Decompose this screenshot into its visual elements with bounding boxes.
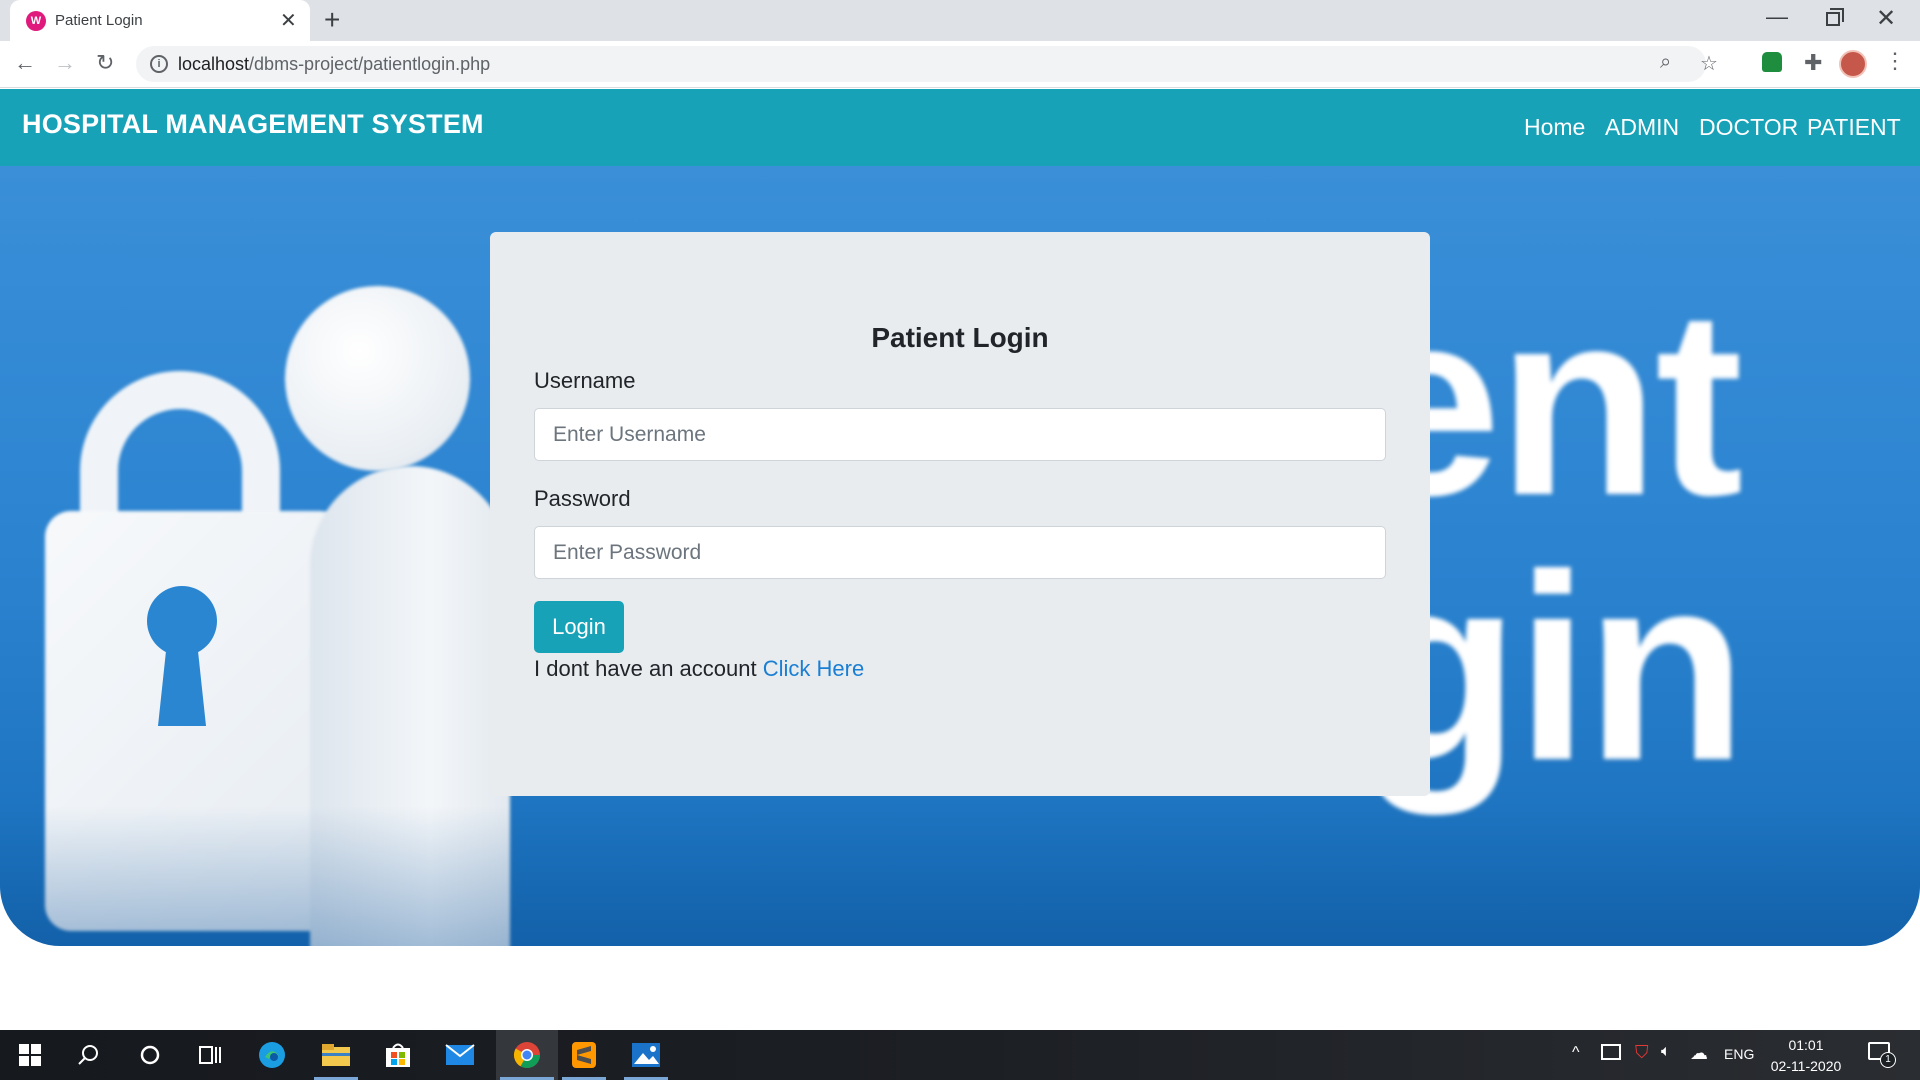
extensions-puzzle-icon[interactable]: ✚ [1804, 50, 1822, 76]
chrome-icon[interactable] [496, 1030, 558, 1080]
network-icon[interactable] [1601, 1044, 1621, 1060]
browser-menu-icon[interactable]: ⋮ [1884, 48, 1906, 74]
mail-icon[interactable] [434, 1030, 486, 1080]
edge-browser-icon[interactable] [246, 1030, 298, 1080]
signup-text: I dont have an account [534, 656, 757, 681]
file-explorer-icon[interactable] [310, 1030, 362, 1080]
url-text: localhost/dbms-project/patientlogin.php [178, 54, 490, 75]
password-input[interactable] [534, 526, 1386, 579]
nav-link-patient[interactable]: PATIENT [1807, 114, 1901, 141]
login-title: Patient Login [871, 322, 1049, 353]
reload-icon[interactable]: ↻ [96, 50, 114, 76]
person-head [285, 286, 470, 471]
window-close-icon[interactable]: ✕ [1876, 4, 1896, 33]
tab-close-icon[interactable]: ✕ [280, 8, 297, 33]
clock-date: 02-11-2020 [1770, 1058, 1842, 1074]
action-center-icon[interactable]: 1 [1868, 1042, 1896, 1068]
new-tab-icon[interactable]: + [324, 4, 340, 36]
forward-arrow-icon[interactable]: → [54, 50, 76, 76]
cortana-icon[interactable] [124, 1030, 176, 1080]
browser-tab-strip: W Patient Login ✕ + — ✕ [0, 0, 1920, 41]
brand-title[interactable]: HOSPITAL MANAGEMENT SYSTEM [22, 109, 484, 140]
url-host: localhost [178, 54, 250, 74]
hero-shadow [0, 806, 1920, 946]
photos-icon[interactable] [620, 1030, 672, 1080]
browser-toolbar: ← → ↻ i localhost/dbms-project/patientlo… [0, 41, 1920, 88]
signup-link[interactable]: Click Here [763, 656, 864, 681]
browser-tab[interactable]: W Patient Login ✕ [10, 0, 310, 41]
volume-icon[interactable]: 🔈︎ [1661, 1043, 1671, 1061]
window-restore-icon[interactable] [1826, 8, 1844, 26]
app-navbar: HOSPITAL MANAGEMENT SYSTEM Home ADMIN DO… [0, 89, 1920, 166]
nav-link-home[interactable]: Home [1524, 114, 1585, 141]
windows-start-icon[interactable] [4, 1030, 56, 1080]
site-info-icon[interactable]: i [150, 55, 168, 73]
android-extension-icon[interactable] [1762, 52, 1782, 72]
profile-avatar[interactable] [1839, 50, 1867, 78]
windows-taskbar: ^ ⛉ 🔈︎ ☁︎ ENG 01:01 02-11-2020 1 [0, 1030, 1920, 1080]
search-icon[interactable] [62, 1030, 114, 1080]
tab-title: Patient Login [55, 12, 143, 29]
clock-time: 01:01 [1788, 1037, 1824, 1053]
system-clock[interactable]: 01:01 02-11-2020 [1766, 1035, 1846, 1077]
nav-link-admin[interactable]: ADMIN [1605, 114, 1679, 141]
username-label: Username [534, 368, 636, 393]
language-indicator[interactable]: ENG [1724, 1046, 1754, 1062]
nav-link-doctor[interactable]: DOCTOR [1699, 114, 1798, 141]
back-arrow-icon[interactable]: ← [14, 50, 36, 76]
signup-prompt: I dont have an account Click Here [534, 656, 864, 682]
notification-count-badge: 1 [1880, 1052, 1896, 1068]
password-label: Password [534, 486, 631, 511]
address-bar[interactable]: i localhost/dbms-project/patientlogin.ph… [136, 46, 1718, 82]
url-path: /dbms-project/patientlogin.php [249, 54, 491, 74]
window-minimize-icon[interactable]: — [1766, 4, 1788, 30]
tray-expand-icon[interactable]: ^ [1572, 1044, 1580, 1062]
username-input[interactable] [534, 408, 1386, 461]
wamp-favicon-icon: W [26, 11, 46, 31]
bookmark-star-icon[interactable]: ☆ [1700, 51, 1718, 76]
mcafee-shield-icon[interactable]: ⛉ [1635, 1042, 1649, 1063]
microsoft-store-icon[interactable] [372, 1030, 424, 1080]
task-view-icon[interactable] [184, 1030, 236, 1080]
sublime-text-icon[interactable] [558, 1030, 610, 1080]
login-button[interactable]: Login [534, 601, 624, 653]
zoom-icon[interactable]: ⌕ [1660, 51, 1671, 74]
login-card: Patient Login Username Password Login I … [490, 232, 1430, 796]
onedrive-cloud-icon[interactable]: ☁︎ [1690, 1043, 1708, 1064]
